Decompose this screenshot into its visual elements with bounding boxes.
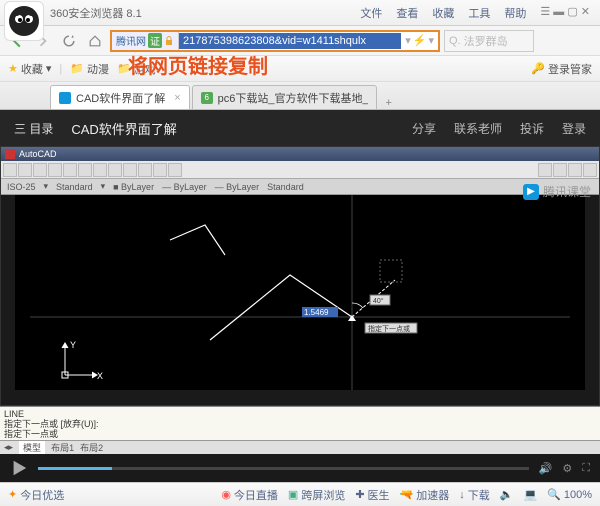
svg-text:Y: Y [70, 340, 76, 350]
status-cross[interactable]: ▣跨屏浏览 [288, 487, 345, 503]
settings-icon[interactable]: ⚙ [562, 462, 572, 475]
status-mute-icon[interactable]: 🔈 [500, 488, 514, 501]
annotation-overlay: 将网页链接复制 [128, 50, 268, 79]
menu-help[interactable]: 帮助 [498, 3, 532, 23]
cad-toolbar-1 [1, 161, 599, 179]
address-bar[interactable]: 腾讯网 证 217875398623808&vid=w1411shqulx ▾ … [110, 30, 440, 52]
login-manager[interactable]: 🔑 登录管家 [531, 61, 592, 77]
menu-view[interactable]: 查看 [390, 3, 424, 23]
status-download[interactable]: ↓下载 [459, 487, 490, 503]
progress-bar[interactable] [38, 467, 529, 470]
fullscreen-icon[interactable]: ⛶ [582, 462, 590, 475]
cad-video-area: AutoCAD ISO-25▾ Standard▾ ■ ByLayer — By… [0, 146, 600, 406]
search-placeholder: 法罗群岛 [464, 33, 508, 49]
site-identity-badge[interactable]: 腾讯网 证 [112, 32, 179, 50]
search-engine-icon[interactable]: Q. [449, 35, 461, 47]
complain-link[interactable]: 投诉 [520, 120, 544, 137]
page-title: CAD软件界面了解 [71, 119, 176, 138]
tab-inactive[interactable]: 6 pc6下载站_官方软件下载基地_最安 [192, 85, 377, 109]
dropdown-icon[interactable]: ▾ [405, 34, 411, 47]
cad-toolbar-2: ISO-25▾ Standard▾ ■ ByLayer — ByLayer — … [1, 179, 599, 195]
menu-tools[interactable]: 工具 [462, 3, 496, 23]
new-tab-button[interactable]: + [379, 97, 399, 109]
cad-canvas: 1.5469 40° 指定下一点或 Y X [15, 195, 585, 390]
contact-link[interactable]: 联系老师 [454, 120, 502, 137]
tab-favicon [59, 92, 71, 104]
reload-button[interactable] [58, 30, 80, 52]
status-filter[interactable]: 🔫加速器 [400, 487, 450, 503]
login-link[interactable]: 登录 [562, 120, 586, 137]
status-live[interactable]: ◉今日直播 [221, 487, 278, 503]
bookmark-anime[interactable]: 📁 动漫 [70, 61, 109, 77]
share-link[interactable]: 分享 [412, 120, 436, 137]
svg-text:X: X [97, 371, 103, 381]
play-button[interactable] [10, 459, 28, 477]
status-doctor[interactable]: ✚医生 [355, 487, 389, 503]
cad-bottom-tabs: ◂▸模型布局1布局2 [0, 440, 600, 454]
svg-text:1.5469: 1.5469 [304, 308, 329, 317]
watermark: ▶腾讯课堂 [523, 183, 591, 200]
cad-titlebar: AutoCAD [1, 147, 599, 161]
volume-icon[interactable]: 🔊 [539, 462, 553, 475]
star-icon: ★ [8, 62, 18, 75]
toc-button[interactable]: 三 目录 [14, 120, 53, 137]
tab-close-icon[interactable]: × [174, 92, 180, 104]
menu-manage-icon[interactable]: ☰ ▬ ▢ ✕ [534, 3, 596, 23]
app-title: 360安全浏览器 8.1 [50, 5, 142, 21]
lock-icon [164, 36, 174, 46]
tab-favicon: 6 [201, 92, 213, 104]
status-zoom[interactable]: 🔍100% [547, 488, 592, 501]
status-net-icon[interactable]: 💻 [523, 488, 537, 501]
search-box[interactable]: Q. 法罗群岛 [444, 30, 534, 52]
video-controls[interactable]: 🔊 ⚙ ⛶ [0, 454, 600, 482]
favorites-button[interactable]: ★收藏 ▾ [8, 61, 51, 77]
menu-file[interactable]: 文件 [354, 3, 388, 23]
svg-text:指定下一点或: 指定下一点或 [368, 324, 410, 333]
url-text[interactable]: 217875398623808&vid=w1411shqulx [179, 33, 401, 49]
cad-command-window: LINE 指定下一点或 [放弃(U)]: 指定下一点或 [0, 406, 600, 440]
svg-text:40°: 40° [373, 297, 384, 305]
status-youxuan[interactable]: ✦今日优选 [8, 487, 64, 503]
speed-icon[interactable]: ⚡ [413, 34, 427, 47]
url-dropdown-icon[interactable]: ▾ [428, 34, 434, 47]
menu-favorites[interactable]: 收藏 [426, 3, 460, 23]
tab-active[interactable]: CAD软件界面了解 × [50, 85, 190, 109]
browser-avatar [4, 1, 44, 41]
home-button[interactable] [84, 30, 106, 52]
